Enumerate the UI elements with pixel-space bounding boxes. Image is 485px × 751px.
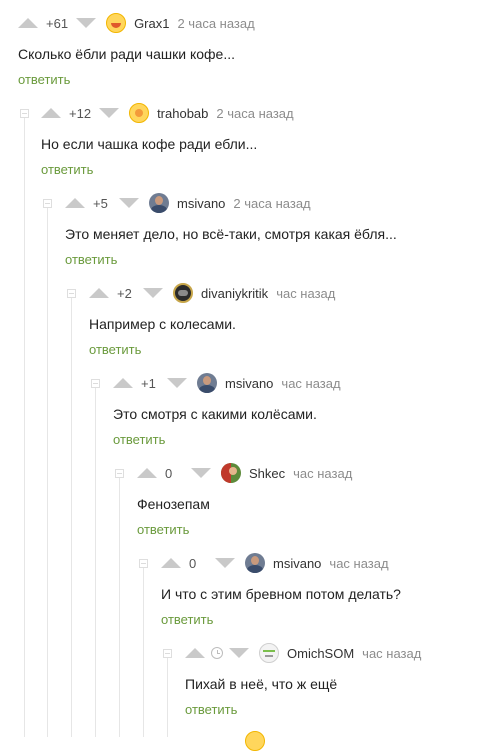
thread-line: [24, 114, 25, 737]
comment-rating: +2: [117, 285, 132, 301]
reply-link[interactable]: ответить: [161, 612, 213, 627]
avatar[interactable]: [221, 463, 241, 483]
thread-line: [143, 564, 144, 737]
comment-text: Но если чашка кофе ради ебли...: [41, 136, 258, 152]
comment-author[interactable]: Shkec: [249, 466, 285, 481]
arrow-down-icon[interactable]: [99, 108, 120, 118]
comment-author[interactable]: divaniykritik: [201, 286, 268, 301]
collapse-icon[interactable]: [67, 289, 76, 298]
arrow-up-icon[interactable]: [137, 468, 157, 478]
avatar[interactable]: [106, 13, 127, 33]
avatar[interactable]: [197, 373, 217, 393]
reply-link[interactable]: ответить: [137, 522, 189, 537]
comment-text: Например с колесами.: [89, 316, 236, 332]
reply-link[interactable]: ответить: [18, 72, 70, 87]
collapse-icon[interactable]: [139, 559, 148, 568]
comment-rating: 0: [165, 465, 173, 481]
arrow-up-icon[interactable]: [185, 648, 205, 658]
reply-link[interactable]: ответить: [185, 702, 237, 717]
comment-author[interactable]: msivano: [225, 376, 273, 391]
arrow-up-icon[interactable]: [89, 288, 109, 298]
comment-time[interactable]: час назад: [362, 646, 421, 661]
reply-link[interactable]: ответить: [41, 162, 93, 177]
reply-link[interactable]: ответить: [65, 252, 117, 267]
comment-author[interactable]: trahobab: [157, 106, 208, 121]
avatar[interactable]: [149, 193, 169, 213]
clock-icon: [211, 647, 223, 659]
comment-author[interactable]: Grax1: [134, 16, 169, 31]
comment-time[interactable]: 2 часа назад: [177, 16, 254, 31]
comment-rating: +1: [141, 375, 156, 391]
collapse-icon[interactable]: [115, 469, 124, 478]
collapse-icon[interactable]: [20, 109, 29, 118]
avatar[interactable]: [173, 283, 193, 303]
comment-text: И что с этим бревном потом делать?: [161, 586, 401, 602]
comment-rating: +12: [69, 105, 92, 121]
comment-time[interactable]: 2 часа назад: [216, 106, 293, 121]
thread-line: [167, 654, 168, 737]
comment-text: Пихай в неё, что ж ещё: [185, 676, 338, 692]
comment-author[interactable]: msivano: [273, 556, 321, 571]
collapse-icon[interactable]: [43, 199, 52, 208]
comment-time[interactable]: час назад: [329, 556, 388, 571]
comment-rating: +61: [46, 15, 69, 31]
collapse-icon[interactable]: [163, 649, 172, 658]
avatar[interactable]: [245, 553, 265, 573]
arrow-down-icon[interactable]: [215, 558, 235, 568]
arrow-up-icon[interactable]: [41, 108, 61, 118]
arrow-down-icon[interactable]: [76, 18, 97, 28]
thread-line: [95, 384, 96, 737]
comment-rating: +5: [93, 195, 108, 211]
arrow-down-icon[interactable]: [167, 378, 187, 388]
comment-text: Это смотря с какими колёсами.: [113, 406, 317, 422]
arrow-down-icon[interactable]: [229, 648, 249, 658]
thread-line: [47, 204, 48, 737]
arrow-down-icon[interactable]: [191, 468, 211, 478]
collapse-icon[interactable]: [91, 379, 100, 388]
arrow-down-icon[interactable]: [143, 288, 163, 298]
arrow-up-icon[interactable]: [113, 378, 133, 388]
comment-text: Это меняет дело, но всё-таки, смотря как…: [65, 226, 397, 242]
avatar[interactable]: [245, 731, 265, 751]
thread-line: [119, 474, 120, 737]
comment-author[interactable]: msivano: [177, 196, 225, 211]
arrow-up-icon[interactable]: [161, 558, 181, 568]
comment-time[interactable]: час назад: [293, 466, 352, 481]
reply-link[interactable]: ответить: [113, 432, 165, 447]
comment-text: Сколько ёбли ради чашки кофе...: [18, 46, 235, 62]
comment-text: Фенозепам: [137, 496, 210, 512]
arrow-down-icon[interactable]: [119, 198, 139, 208]
avatar[interactable]: [129, 103, 150, 123]
comment-author[interactable]: OmichSOM: [287, 646, 354, 661]
arrow-up-icon[interactable]: [18, 18, 38, 28]
reply-link[interactable]: ответить: [89, 342, 141, 357]
avatar[interactable]: [259, 643, 279, 663]
comment-time[interactable]: час назад: [281, 376, 340, 391]
comment-rating: 0: [189, 555, 197, 571]
comment-time[interactable]: час назад: [276, 286, 335, 301]
comment-time[interactable]: 2 часа назад: [233, 196, 310, 211]
thread-line: [71, 294, 72, 737]
arrow-up-icon[interactable]: [65, 198, 85, 208]
